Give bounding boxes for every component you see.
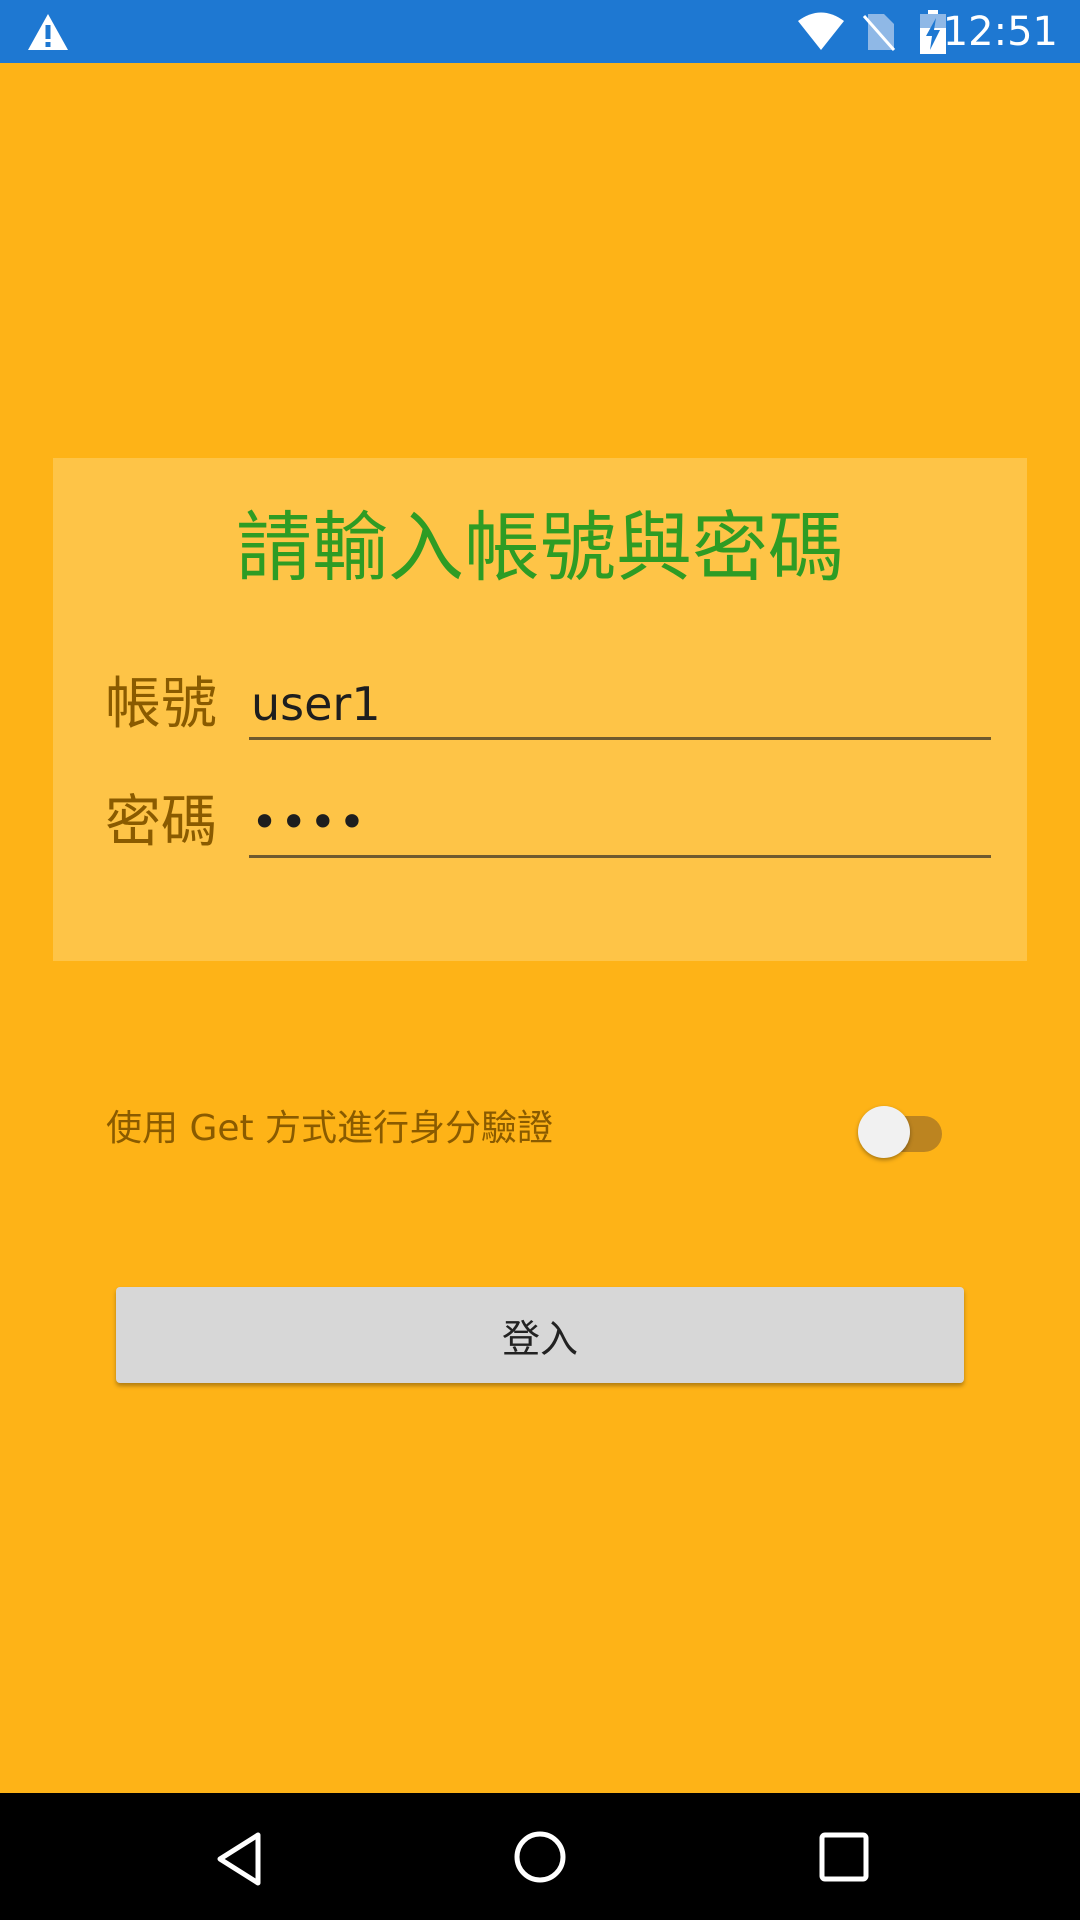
card-title: 請輸入帳號與密碼 [236,503,844,592]
switch-thumb [858,1106,910,1158]
status-time: 12:51 [942,9,1058,55]
recents-icon[interactable] [816,1829,872,1885]
password-input[interactable] [249,788,991,858]
navigation-bar [0,1793,1080,1920]
account-input[interactable] [249,670,991,740]
account-label: 帳號 [105,672,217,737]
login-screen: 12:51 請輸入帳號與密碼 帳號 密碼 使用 Get 方式進行身分驗證 登入 [0,0,1080,1920]
home-icon[interactable] [512,1829,568,1885]
wifi-icon [798,12,844,50]
get-auth-switch-label: 使用 Get 方式進行身分驗證 [106,1108,554,1149]
get-auth-switch[interactable] [858,1102,944,1158]
status-bar: 12:51 [0,0,1080,63]
login-button[interactable]: 登入 [116,1287,964,1383]
no-sim-icon [862,14,896,51]
back-icon[interactable] [214,1831,270,1887]
warning-icon [28,14,68,50]
login-card: 請輸入帳號與密碼 帳號 密碼 [53,458,1027,961]
password-label: 密碼 [105,790,217,855]
